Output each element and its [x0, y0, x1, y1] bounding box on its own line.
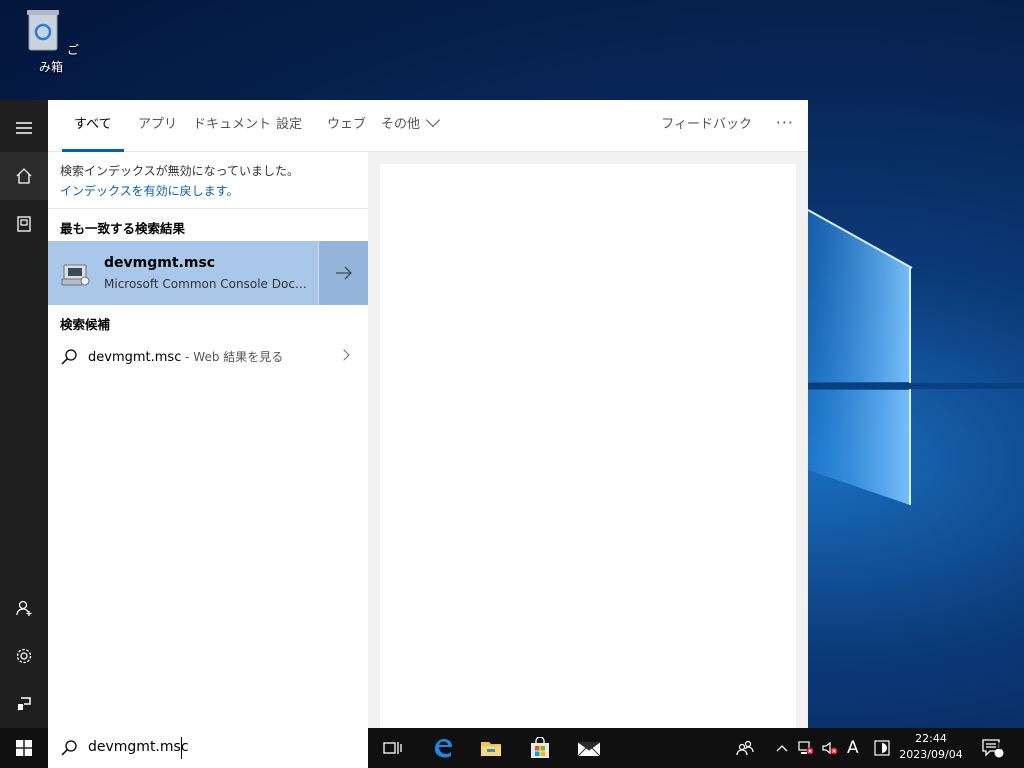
- divider: [48, 208, 368, 209]
- results-pane: 検索インデックスが無効になっていました。 インデックスを有効に戻します。 最も一…: [48, 152, 368, 728]
- recycle-bin-desktop-icon[interactable]: ごみ箱: [22, 6, 80, 75]
- clock-time: 22:44: [915, 732, 947, 745]
- volume-muted-icon: [822, 741, 838, 755]
- index-notice: 検索インデックスが無効になっていました。: [60, 164, 300, 178]
- ime-mode-button[interactable]: A: [847, 728, 861, 768]
- preview-pane: [380, 164, 796, 728]
- console-app-icon: [61, 264, 90, 286]
- recycle-bin-icon: [27, 10, 60, 51]
- people-icon: [736, 740, 754, 756]
- hamburger-icon: [16, 122, 32, 134]
- arrow-right-icon: [335, 266, 352, 280]
- input-indicator-button[interactable]: [874, 728, 892, 768]
- task-view-icon: [383, 742, 402, 754]
- best-match-name: devmgmt.msc: [104, 255, 216, 271]
- tab-apps[interactable]: アプリ: [138, 100, 177, 152]
- clock[interactable]: 22:44 2023/09/04: [896, 731, 966, 763]
- show-hidden-icons-button[interactable]: [776, 728, 790, 768]
- taskbar-edge[interactable]: [419, 728, 467, 768]
- clock-date: 2023/09/04: [899, 748, 963, 761]
- chevron-down-icon: [425, 112, 441, 128]
- home-icon: [16, 168, 32, 184]
- text-caret: [181, 737, 182, 759]
- enable-index-link[interactable]: インデックスを有効に戻します。: [60, 182, 238, 199]
- account-button[interactable]: [0, 584, 48, 632]
- chevron-up-icon: [776, 745, 788, 752]
- start-rail: [0, 100, 48, 728]
- web-suggestion-query: devmgmt.msc: [88, 350, 182, 365]
- task-view-button[interactable]: [368, 728, 416, 768]
- folder-icon: [481, 742, 501, 756]
- edge-icon: [435, 739, 452, 758]
- people-button[interactable]: [736, 728, 758, 768]
- taskbar: devmgmt.msc A 22:44 2023/09/04 1: [0, 728, 1024, 768]
- chevron-right-icon: [338, 349, 350, 361]
- search-tabs: すべて アプリ ドキュメント 設定 ウェブ その他 フィードバック ···: [48, 100, 808, 152]
- feedback-icon: [17, 697, 31, 711]
- search-panel: すべて アプリ ドキュメント 設定 ウェブ その他 フィードバック ··· 検索…: [48, 100, 808, 728]
- network-status-button[interactable]: [797, 728, 817, 768]
- feedback-link[interactable]: フィードバック: [661, 100, 752, 150]
- tab-web[interactable]: ウェブ: [327, 100, 366, 152]
- notebook-button[interactable]: [0, 200, 48, 248]
- more-options-button[interactable]: ···: [776, 100, 794, 146]
- best-match-heading: 最も一致する検索結果: [60, 221, 186, 236]
- tab-all[interactable]: すべて: [62, 100, 124, 152]
- open-details-button[interactable]: [318, 241, 368, 305]
- store-icon: [531, 737, 549, 758]
- taskbar-store[interactable]: [516, 728, 564, 768]
- taskbar-file-explorer[interactable]: [467, 728, 515, 768]
- taskbar-search-box[interactable]: devmgmt.msc: [48, 728, 368, 768]
- windows-logo-icon: [16, 740, 32, 756]
- web-suggestion-text: devmgmt.msc - Web 結果を見る: [88, 348, 283, 365]
- action-center-button[interactable]: 1: [982, 728, 1008, 768]
- tab-settings[interactable]: 設定: [276, 100, 302, 152]
- notebook-icon: [17, 216, 31, 232]
- mail-icon: [577, 741, 601, 757]
- search-icon: [61, 349, 77, 365]
- settings-button[interactable]: [0, 632, 48, 680]
- gear-icon: [16, 648, 32, 664]
- web-suggestion-item[interactable]: devmgmt.msc - Web 結果を見る: [48, 342, 368, 372]
- best-match-result[interactable]: devmgmt.msc Microsoft Common Console Doc…: [48, 241, 368, 305]
- user-add-icon: [16, 600, 32, 616]
- tab-more-label: その他: [381, 117, 421, 132]
- taskbar-mail[interactable]: [565, 728, 613, 768]
- network-disconnected-icon: [798, 741, 814, 755]
- notification-count-badge: 1: [996, 742, 1002, 752]
- feedback-hub-button[interactable]: [0, 680, 48, 728]
- web-suggestion-suffix: - Web 結果を見る: [181, 350, 284, 364]
- ime-toggle-icon: [874, 740, 890, 756]
- suggestions-heading: 検索候補: [60, 317, 111, 332]
- tab-documents[interactable]: ドキュメント: [193, 100, 271, 152]
- volume-button[interactable]: [821, 728, 841, 768]
- search-icon: [61, 740, 77, 756]
- home-button[interactable]: [0, 152, 48, 200]
- search-input[interactable]: devmgmt.msc: [88, 739, 189, 755]
- start-button[interactable]: [0, 728, 48, 768]
- best-match-type: Microsoft Common Console Document: [104, 277, 310, 291]
- tab-more[interactable]: その他: [381, 100, 441, 152]
- expand-menu-button[interactable]: [0, 104, 48, 152]
